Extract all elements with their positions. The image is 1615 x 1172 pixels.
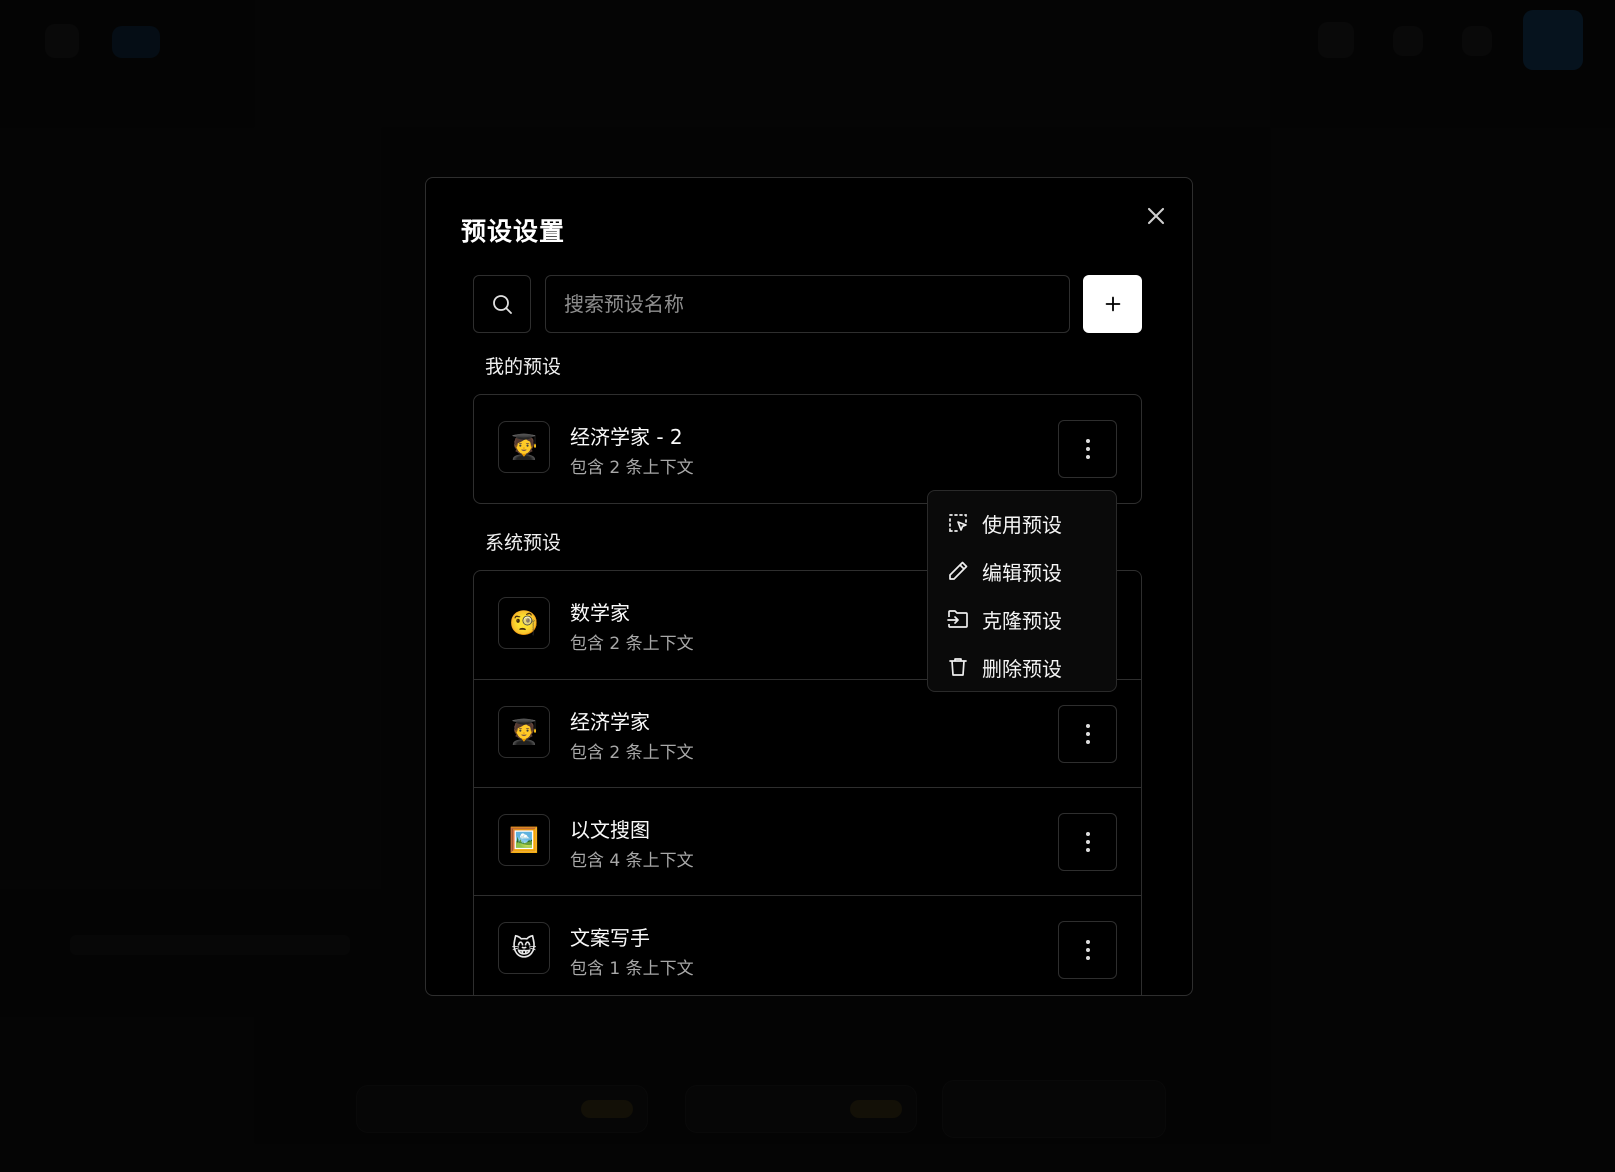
list-item[interactable]: 🧑‍🎓 经济学家 - 2 包含 2 条上下文	[474, 395, 1141, 503]
dialog-title: 预设设置	[461, 217, 566, 246]
more-options-button[interactable]	[1058, 420, 1117, 478]
add-preset-button[interactable]	[1083, 275, 1142, 333]
menu-item-label: 编辑预设	[982, 560, 1062, 585]
list-item[interactable]: 😸 文案写手 包含 1 条上下文	[474, 895, 1141, 995]
clone-icon	[947, 610, 968, 628]
preset-name: 以文搜图	[570, 818, 650, 842]
pencil-icon	[949, 561, 968, 580]
preset-avatar: 🖼️	[498, 814, 550, 866]
menu-item-delete-preset[interactable]: 删除预设	[928, 643, 1116, 691]
preset-context-menu: 使用预设 编辑预设 克隆预设 删除预设	[927, 490, 1117, 692]
preset-name: 经济学家 - 2	[570, 425, 683, 449]
search-input[interactable]	[545, 275, 1070, 333]
menu-item-label: 删除预设	[982, 656, 1062, 681]
preset-context-count: 包含 2 条上下文	[570, 743, 694, 763]
my-presets-list: 🧑‍🎓 经济学家 - 2 包含 2 条上下文	[473, 394, 1142, 504]
system-presets-heading: 系统预设	[485, 532, 562, 554]
more-options-button[interactable]	[1058, 813, 1117, 871]
preset-avatar: 🧑‍🎓	[498, 706, 550, 758]
preset-name: 数学家	[570, 601, 630, 625]
preset-name: 文案写手	[570, 926, 650, 950]
search-button[interactable]	[473, 275, 531, 333]
list-item[interactable]: 🧑‍🎓 经济学家 包含 2 条上下文	[474, 679, 1141, 787]
preset-avatar: 😸	[498, 922, 550, 974]
preset-avatar: 🧐	[498, 597, 550, 649]
menu-item-label: 使用预设	[982, 512, 1062, 537]
more-vertical-icon	[1085, 724, 1090, 744]
more-vertical-icon	[1085, 940, 1090, 960]
search-icon	[493, 295, 512, 314]
more-options-button[interactable]	[1058, 921, 1117, 979]
preset-context-count: 包含 2 条上下文	[570, 634, 694, 654]
menu-item-use-preset[interactable]: 使用预设	[928, 499, 1116, 547]
select-pointer-icon	[949, 514, 967, 532]
close-icon	[1147, 207, 1165, 225]
my-presets-heading: 我的预设	[485, 356, 562, 378]
preset-name: 经济学家	[570, 710, 650, 734]
more-options-button[interactable]	[1058, 705, 1117, 763]
more-vertical-icon	[1085, 832, 1090, 852]
preset-context-count: 包含 4 条上下文	[570, 851, 694, 871]
trash-icon	[949, 658, 967, 676]
preset-context-count: 包含 1 条上下文	[570, 959, 694, 979]
list-item[interactable]: 🖼️ 以文搜图 包含 4 条上下文	[474, 787, 1141, 895]
plus-icon	[1105, 296, 1120, 312]
preset-avatar: 🧑‍🎓	[498, 421, 550, 473]
more-vertical-icon	[1085, 439, 1090, 459]
menu-item-label: 克隆预设	[982, 608, 1062, 633]
preset-context-count: 包含 2 条上下文	[570, 458, 694, 478]
menu-item-clone-preset[interactable]: 克隆预设	[928, 595, 1116, 643]
close-button[interactable]	[1142, 202, 1170, 230]
menu-item-edit-preset[interactable]: 编辑预设	[928, 547, 1116, 595]
